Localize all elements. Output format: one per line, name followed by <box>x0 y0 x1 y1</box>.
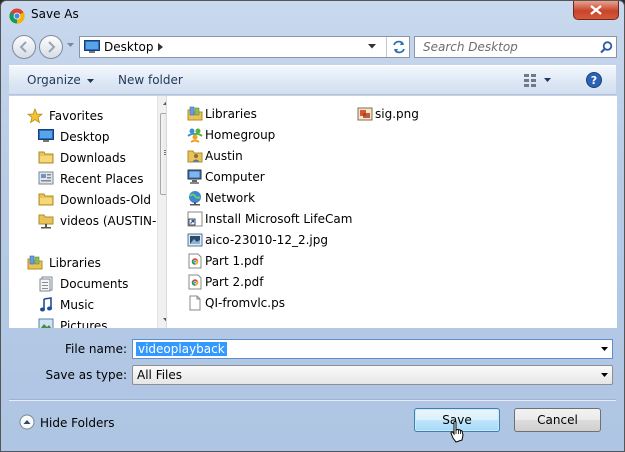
nav-item-label: Pictures <box>60 319 108 328</box>
back-button[interactable] <box>12 35 36 59</box>
hide-folders-label: Hide Folders <box>40 416 115 430</box>
scrollbar-thumb[interactable] <box>160 113 166 195</box>
new-folder-button[interactable]: New folder <box>118 73 183 87</box>
recent-locations-dropdown-icon[interactable] <box>67 43 74 48</box>
chrome-icon <box>9 8 25 24</box>
search-icon[interactable] <box>600 41 613 54</box>
forward-button[interactable] <box>39 35 63 59</box>
nav-item-label: Downloads <box>60 151 126 165</box>
pictures-icon <box>38 318 54 328</box>
folder-icon <box>38 193 54 206</box>
file-list[interactable]: Libraries Homegroup Austin Computer Netw… <box>167 96 617 328</box>
file-item-label: QI-fromvlc.ps <box>205 296 285 310</box>
nav-item-label: Music <box>60 298 95 312</box>
blank-file-icon <box>189 295 201 311</box>
chevron-down-icon[interactable] <box>601 347 608 351</box>
view-options-dropdown-icon[interactable] <box>544 78 551 82</box>
address-bar[interactable]: Desktop <box>79 36 410 58</box>
chevron-down-icon[interactable] <box>601 373 608 377</box>
file-item-label: Install Microsoft LifeCam <box>205 212 353 226</box>
libraries-icon <box>187 106 203 121</box>
navigation-pane[interactable]: Favorites Desktop Downloads Recent Place… <box>9 96 167 328</box>
command-bar: Organize New folder ? <box>9 65 616 95</box>
help-icon[interactable]: ? <box>586 72 602 88</box>
file-item-label: Homegroup <box>205 128 276 142</box>
libraries-icon <box>27 255 43 270</box>
file-item-label: Austin <box>205 149 243 163</box>
arrow-right-icon <box>48 41 56 53</box>
file-name-label: File name: <box>65 342 127 356</box>
svg-text:?: ? <box>591 74 597 87</box>
file-name-value[interactable]: videoplayback <box>136 342 227 356</box>
network-icon <box>189 191 201 206</box>
file-item-label: Network <box>205 191 256 205</box>
image-file-icon <box>357 107 373 121</box>
arrow-left-icon <box>19 41 27 53</box>
nav-item-label: Recent Places <box>60 172 144 186</box>
user-folder-icon <box>187 150 203 163</box>
title-bar[interactable]: Save As <box>1 1 624 31</box>
file-item-label: aico-23010-12_2.jpg <box>205 233 328 247</box>
pdf-file-icon <box>188 274 202 290</box>
file-item-label: Part 1.pdf <box>205 254 264 268</box>
chevron-down-icon[interactable] <box>368 44 376 49</box>
file-item-label: sig.png <box>375 107 419 121</box>
homegroup-icon <box>187 128 203 143</box>
save-type-label: Save as type: <box>45 368 127 382</box>
file-name-input[interactable]: videoplayback <box>132 339 613 359</box>
file-item-label: Libraries <box>205 107 257 121</box>
nav-item-label: videos (AUSTIN-l <box>60 214 160 228</box>
address-location[interactable]: Desktop <box>104 40 154 54</box>
chevron-right-icon[interactable] <box>158 43 163 51</box>
navigation-scrollbar[interactable] <box>157 96 166 328</box>
network-folder-icon <box>38 214 54 229</box>
search-placeholder: Search Desktop <box>423 40 518 54</box>
documents-icon <box>39 276 53 292</box>
chevron-up-circle-icon <box>19 414 35 430</box>
star-icon <box>27 108 43 124</box>
save-type-value: All Files <box>137 368 183 382</box>
refresh-button[interactable] <box>386 37 410 57</box>
search-input[interactable]: Search Desktop <box>414 36 617 58</box>
chevron-down-icon <box>86 78 94 83</box>
nav-item-label: Downloads-Old <box>60 193 151 207</box>
close-icon <box>590 5 602 15</box>
cancel-button[interactable]: Cancel <box>514 408 601 432</box>
nav-item-label: Favorites <box>49 109 104 123</box>
nav-item-label: Libraries <box>49 256 101 270</box>
file-item-label: Computer <box>205 170 265 184</box>
nav-item-label: Desktop <box>60 130 110 144</box>
divider <box>9 399 616 401</box>
organize-label: Organize <box>27 73 81 87</box>
organize-menu[interactable]: Organize <box>27 73 94 87</box>
refresh-icon <box>393 40 405 54</box>
change-view-icon[interactable] <box>524 74 538 88</box>
folder-icon <box>38 151 54 164</box>
image-file-icon <box>187 233 203 247</box>
desktop-icon <box>38 129 54 142</box>
music-icon <box>40 297 52 312</box>
file-item-label: Part 2.pdf <box>205 275 264 289</box>
shortcut-icon <box>187 211 203 227</box>
nav-item-label: Documents <box>60 277 129 291</box>
mouse-pointer-icon <box>450 421 464 443</box>
save-type-select[interactable]: All Files <box>132 365 613 385</box>
recent-places-icon <box>38 171 54 185</box>
computer-icon <box>187 169 202 184</box>
save-as-dialog: Save As Desktop Search Desktop Organize … <box>0 0 625 452</box>
desktop-icon <box>84 40 100 53</box>
window-title: Save As <box>31 7 79 21</box>
pdf-file-icon <box>188 253 202 269</box>
close-button[interactable] <box>573 1 619 20</box>
